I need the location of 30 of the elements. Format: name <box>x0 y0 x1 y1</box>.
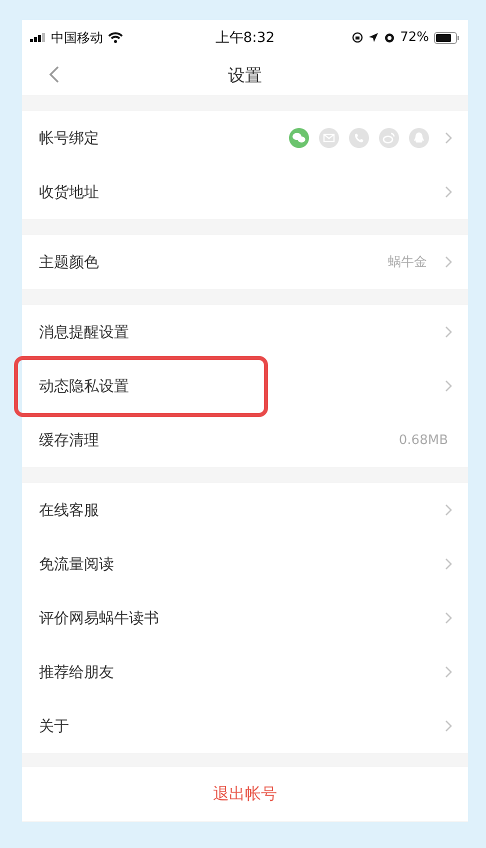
setting-label[interactable]: 评价网易蜗牛读书 <box>39 608 159 628</box>
setting-value: 蜗牛金 <box>388 254 427 271</box>
setting-label[interactable]: 推荐给朋友 <box>39 662 114 682</box>
setting-value: 0.68MB <box>398 432 448 448</box>
setting-label[interactable]: 收货地址 <box>39 182 99 202</box>
mail-icon[interactable] <box>319 128 339 148</box>
qq-icon[interactable] <box>409 128 429 148</box>
clock-time: 上午8:32 <box>215 28 275 46</box>
carrier-name: 中国移动 <box>51 30 103 46</box>
setting-label[interactable]: 关于 <box>39 716 69 736</box>
battery-icon <box>434 32 460 44</box>
alarm-icon <box>384 32 396 43</box>
rotation-lock-icon <box>352 32 364 43</box>
setting-label[interactable]: 消息提醒设置 <box>39 322 129 342</box>
setting-label[interactable]: 免流量阅读 <box>39 554 114 574</box>
page-title: 设置 <box>228 64 262 86</box>
wechat-icon[interactable] <box>289 128 309 148</box>
setting-label[interactable]: 主题颜色 <box>39 252 99 272</box>
wifi-icon <box>108 32 123 43</box>
battery-percent: 72% <box>400 30 429 45</box>
logout-button[interactable]: 退出帐号 <box>22 767 468 821</box>
location-icon <box>368 32 380 43</box>
signal-icon <box>30 33 46 42</box>
phone-icon[interactable] <box>349 128 369 148</box>
weibo-icon[interactable] <box>379 128 399 148</box>
setting-label[interactable]: 在线客服 <box>39 500 99 520</box>
setting-label[interactable]: 缓存清理 <box>39 430 99 450</box>
back-icon[interactable] <box>49 66 59 83</box>
setting-label[interactable]: 帐号绑定 <box>39 128 99 148</box>
setting-label[interactable]: 动态隐私设置 <box>39 376 129 396</box>
